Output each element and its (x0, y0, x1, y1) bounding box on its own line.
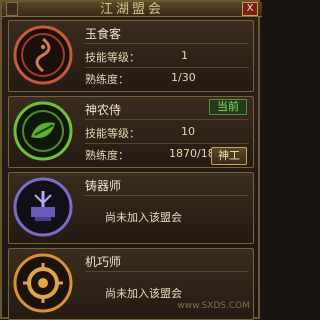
skill-row: 技能等级： 10 (85, 125, 245, 143)
proficiency-value: 1/30 (171, 71, 196, 84)
not-joined-status: 尚未加入该盟会 (105, 211, 182, 224)
shengong-button[interactable]: 神工 (211, 147, 247, 165)
close-button[interactable]: X (242, 2, 258, 16)
window-title: 江湖盟会 (99, 2, 164, 17)
divider (85, 119, 249, 120)
serpent-emblem-icon (13, 25, 73, 85)
skill-row: 技能等级： 1 (85, 49, 245, 67)
skill-label: 技能等级： (85, 127, 140, 140)
divider (85, 271, 249, 272)
divider (85, 195, 249, 196)
skill-value: 10 (181, 125, 195, 138)
skill-value: 1 (181, 49, 188, 62)
divider (85, 143, 249, 144)
title-bar: 江湖盟会 X (2, 2, 262, 17)
proficiency-label: 熟练度： (85, 149, 129, 162)
proficiency-row: 熟练度： 1/30 (85, 71, 245, 89)
guild-name: 玉食客 (85, 27, 122, 41)
proficiency-label: 熟练度： (85, 73, 129, 86)
guild-name: 机巧师 (85, 255, 122, 269)
forge-emblem-icon (13, 177, 73, 237)
watermark-text: www.SXDS.COM (177, 301, 250, 311)
guild-name: 神农侍 (85, 103, 122, 117)
guild-card-shennongshi[interactable]: 神农侍 当前 技能等级： 10 熟练度： 1870/1870 神工 (8, 96, 254, 168)
guild-window: 江湖盟会 X 玉食客 技能等级： 1 熟练度： 1/30 神农侍 当前 技能等级… (0, 0, 262, 320)
gear-emblem-icon (13, 253, 73, 313)
skill-label: 技能等级： (85, 51, 140, 64)
guild-card-yushike[interactable]: 玉食客 技能等级： 1 熟练度： 1/30 (8, 20, 254, 92)
guild-card-zhuqishi[interactable]: 铸器师 尚未加入该盟会 (8, 172, 254, 244)
divider (85, 43, 249, 44)
current-badge: 当前 (209, 99, 247, 115)
not-joined-status: 尚未加入该盟会 (105, 287, 182, 300)
divider (85, 67, 249, 68)
guild-name: 铸器师 (85, 179, 122, 193)
herb-emblem-icon (13, 101, 73, 161)
